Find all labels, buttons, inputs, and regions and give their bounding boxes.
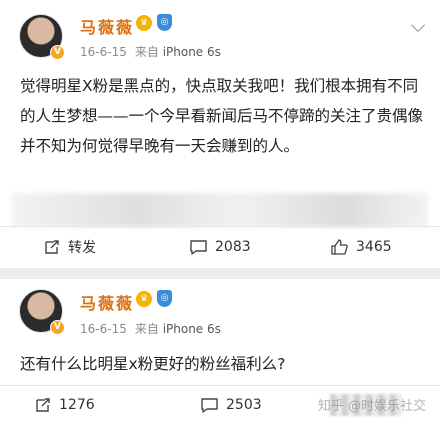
repost-icon: [36, 398, 50, 412]
source-device[interactable]: iPhone 6s: [163, 322, 221, 336]
source-prefix: 来自: [134, 322, 159, 336]
comment-button[interactable]: 2503: [200, 386, 262, 424]
author-name[interactable]: 马薇薇: [80, 14, 134, 38]
watermark: 知乎 @时娱乐社交: [317, 399, 426, 414]
repost-icon: [45, 240, 59, 254]
like-button[interactable]: 3465: [330, 227, 392, 267]
post-date: 16-6-15: [80, 322, 127, 336]
comment-icon: [201, 398, 218, 413]
repost-button[interactable]: 1276: [34, 386, 95, 424]
shield-badge-icon: ◎: [157, 14, 172, 31]
blurred-region: [12, 193, 428, 227]
post-meta: 16-6-15 来自 iPhone 6s: [80, 43, 221, 60]
avatar[interactable]: V: [19, 289, 65, 335]
verified-v-icon: V: [50, 45, 65, 60]
post-date: 16-6-15: [80, 45, 127, 59]
repost-button[interactable]: 转发: [43, 227, 96, 267]
crown-badge-icon: ♛: [136, 15, 152, 31]
repost-label: 转发: [68, 240, 96, 256]
source-prefix: 来自: [134, 45, 159, 59]
avatar[interactable]: V: [19, 14, 65, 60]
action-bar: 转发 2083 3465: [0, 227, 440, 267]
comment-icon: [190, 240, 207, 255]
comment-count: 2083: [215, 239, 251, 255]
weibo-post-card: V 马薇薇 ♛ ◎ 16-6-15 来自 iPhone 6s 觉得明星X粉是黑点的…: [0, 0, 440, 268]
like-count: 3465: [356, 239, 392, 255]
like-icon: [331, 239, 348, 255]
crown-badge-icon: ♛: [136, 291, 152, 307]
post-text: 觉得明星X粉是黑点的，快点取关我吧！我们根本拥有不同的人生梦想——一个今早看新闻…: [20, 77, 424, 155]
author-name[interactable]: 马薇薇: [80, 290, 134, 314]
weibo-post-card: V 马薇薇 ♛ ◎ 16-6-15 来自 iPhone 6s 还有什么比明星x粉更…: [0, 279, 440, 424]
chevron-down-icon[interactable]: [410, 17, 426, 33]
repost-count: 1276: [59, 397, 95, 413]
comment-count: 2503: [226, 397, 262, 413]
shield-badge-icon: ◎: [157, 290, 172, 307]
verified-v-icon: V: [50, 320, 65, 335]
source-device[interactable]: iPhone 6s: [163, 45, 221, 59]
comment-button[interactable]: 2083: [189, 227, 251, 267]
post-meta: 16-6-15 来自 iPhone 6s: [80, 320, 221, 337]
post-text: 还有什么比明星x粉更好的粉丝福利么?: [20, 355, 286, 373]
